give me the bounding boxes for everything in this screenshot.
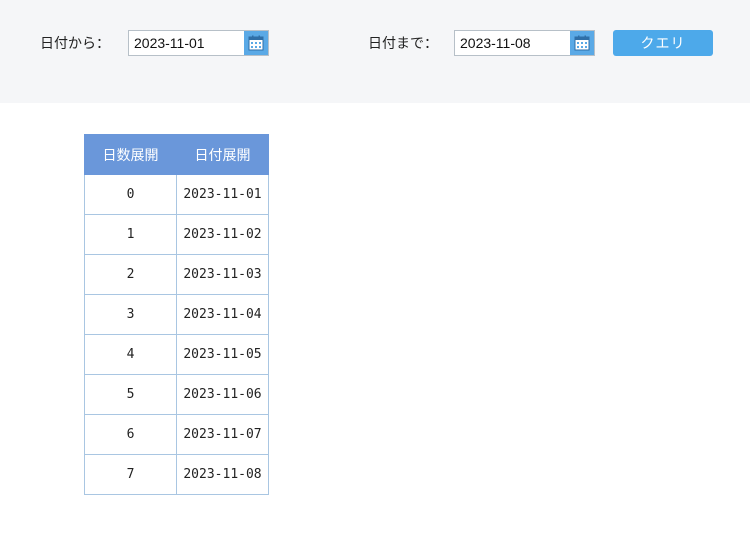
date-cell: 2023-11-04 — [176, 294, 269, 335]
date-from-label: 日付から： — [40, 36, 110, 52]
date-from-value[interactable]: 2023-11-01 — [129, 35, 244, 51]
date-cell: 2023-11-03 — [176, 254, 269, 295]
column-header-date: 日付展開 — [176, 134, 269, 175]
day-offset-cell: 3 — [84, 294, 177, 335]
table-row: 0 2023-11-01 — [84, 174, 269, 215]
date-cell: 2023-11-01 — [176, 174, 269, 215]
day-offset-cell: 0 — [84, 174, 177, 215]
day-offset-cell: 5 — [84, 374, 177, 415]
result-table: 日数展開 日付展開 0 2023-11-01 1 2023-11-02 2 20… — [84, 134, 269, 495]
date-to-value[interactable]: 2023-11-08 — [455, 35, 570, 51]
filter-bar: 日付から： 2023-11-01 日付まで： 2023-11-08 クエリ — [0, 0, 750, 103]
query-button[interactable]: クエリ — [613, 30, 713, 56]
table-row: 4 2023-11-05 — [84, 334, 269, 375]
day-offset-cell: 7 — [84, 454, 177, 495]
date-cell: 2023-11-05 — [176, 334, 269, 375]
day-offset-cell: 6 — [84, 414, 177, 455]
table-row: 5 2023-11-06 — [84, 374, 269, 415]
day-offset-cell: 1 — [84, 214, 177, 255]
date-cell: 2023-11-06 — [176, 374, 269, 415]
column-header-day-offset: 日数展開 — [84, 134, 177, 175]
table-row: 3 2023-11-04 — [84, 294, 269, 335]
day-offset-cell: 2 — [84, 254, 177, 295]
date-to-input[interactable]: 2023-11-08 — [454, 30, 595, 56]
date-to-label: 日付まで： — [368, 36, 438, 52]
date-cell: 2023-11-02 — [176, 214, 269, 255]
table-row: 7 2023-11-08 — [84, 454, 269, 495]
table-row: 6 2023-11-07 — [84, 414, 269, 455]
table-row: 1 2023-11-02 — [84, 214, 269, 255]
table-row: 2 2023-11-03 — [84, 254, 269, 295]
calendar-icon[interactable] — [244, 31, 268, 55]
date-from-input[interactable]: 2023-11-01 — [128, 30, 269, 56]
date-cell: 2023-11-07 — [176, 414, 269, 455]
day-offset-cell: 4 — [84, 334, 177, 375]
calendar-icon[interactable] — [570, 31, 594, 55]
date-cell: 2023-11-08 — [176, 454, 269, 495]
table-header-row: 日数展開 日付展開 — [84, 134, 269, 175]
